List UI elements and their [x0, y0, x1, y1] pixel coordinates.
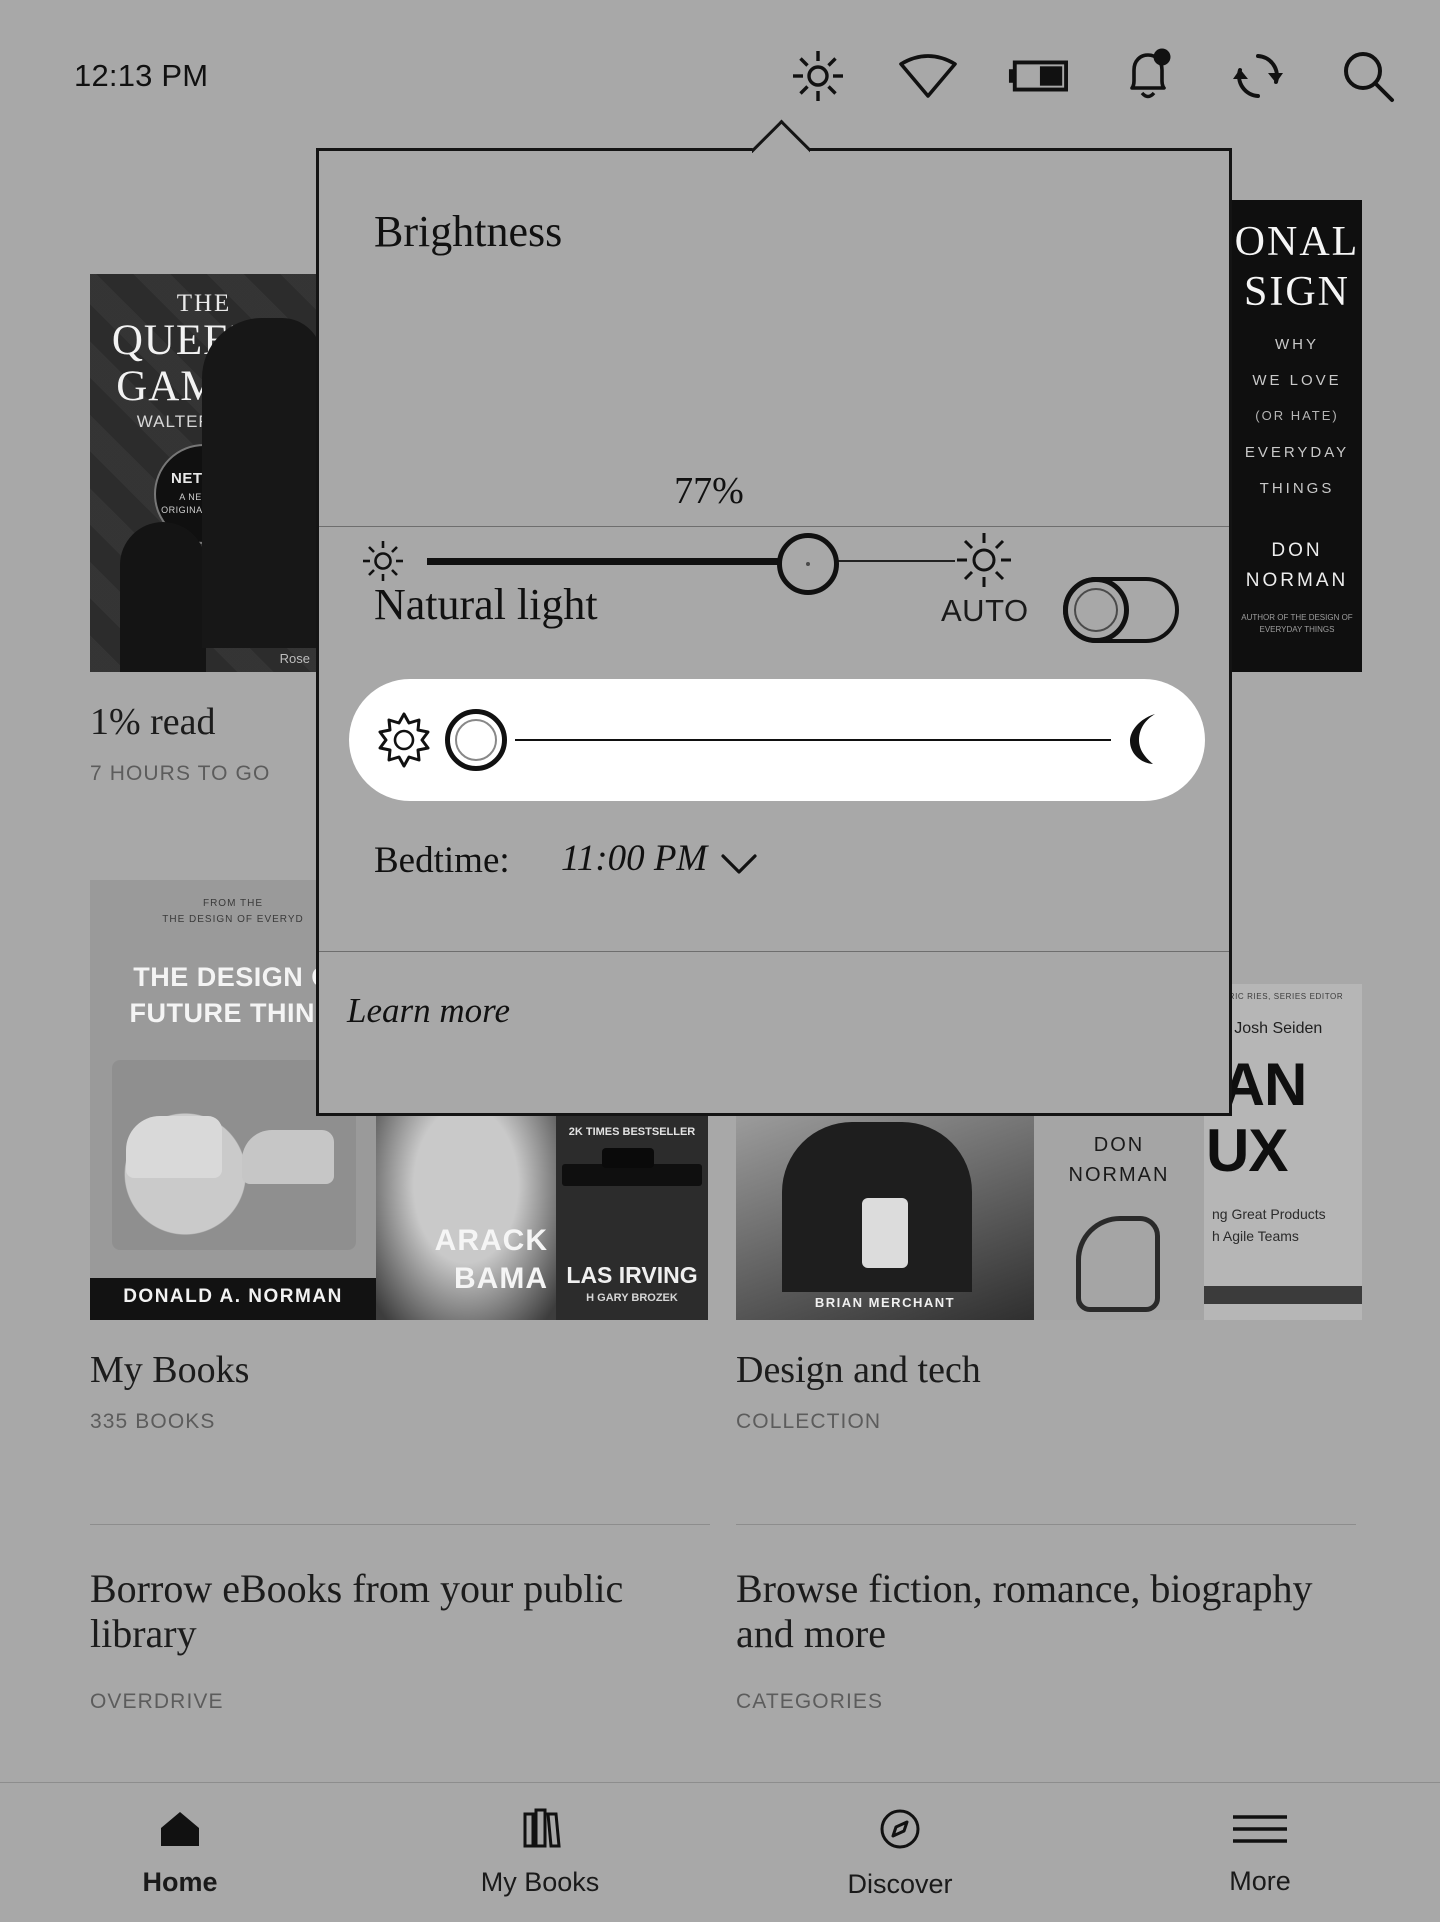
- compass-icon: [877, 1806, 923, 1857]
- panel-pointer-arrow: [752, 119, 810, 153]
- cover-line: ng Great Products: [1212, 1206, 1326, 1222]
- cover-line: THE: [176, 290, 232, 317]
- brightness-high-icon: [955, 531, 1013, 594]
- reading-progress-title: 1% read: [90, 701, 216, 743]
- natural-light-track: [515, 739, 1111, 741]
- collection-title-my-books[interactable]: My Books: [90, 1348, 249, 1392]
- chess-piece-silhouette: [120, 522, 206, 672]
- notifications-icon[interactable]: [1118, 46, 1178, 106]
- brightness-slider-handle[interactable]: [777, 533, 839, 595]
- cover-phone: [862, 1198, 908, 1268]
- nav-item-my-books[interactable]: My Books: [360, 1783, 720, 1922]
- cover-line: THINGS: [1259, 480, 1335, 497]
- cover-line: h Agile Teams: [1212, 1228, 1299, 1244]
- cover-line: ARACK: [434, 1224, 548, 1257]
- promo-subtitle-overdrive: OVERDRIVE: [90, 1690, 224, 1713]
- panel-divider-bedtime: [319, 951, 1229, 952]
- cover-scope-graphic: [602, 1148, 654, 1168]
- nav-label-more: More: [1229, 1865, 1291, 1896]
- wifi-icon[interactable]: [898, 46, 958, 106]
- brightness-track-filled: [427, 558, 809, 565]
- bottom-navigation: Home My Books Discover More: [0, 1782, 1440, 1922]
- cover-line: SIGN: [1243, 269, 1350, 315]
- natural-light-moon-icon: [1117, 711, 1169, 772]
- book-cover-don-norman[interactable]: DON NORMAN: [1034, 1112, 1204, 1320]
- cover-line: BAMA: [454, 1262, 548, 1295]
- cover-line: WHY: [1275, 336, 1319, 353]
- cover-author: NORMAN: [1245, 570, 1349, 591]
- auto-label: AUTO: [941, 593, 1029, 628]
- bedtime-label: Bedtime:: [374, 840, 510, 881]
- brightness-panel: Brightness 77% Natural light AUTO Bedtim…: [316, 148, 1232, 1116]
- nav-item-discover[interactable]: Discover: [720, 1783, 1080, 1922]
- cover-line: 2K TIMES BESTSELLER: [568, 1126, 696, 1138]
- status-bar: 12:13 PM: [0, 0, 1440, 136]
- collection-subtitle-my-books: 335 BOOKS: [90, 1410, 216, 1433]
- search-icon[interactable]: [1338, 46, 1398, 106]
- collection-title-design-tech[interactable]: Design and tech: [736, 1348, 981, 1392]
- books-icon: [517, 1808, 563, 1855]
- natural-light-heading: Natural light: [374, 580, 598, 629]
- natural-light-slider-card[interactable]: [349, 679, 1205, 801]
- ereader-screen: THE QUEEN'S GAMBIT WALTER TEVIS NETFLIX …: [0, 0, 1440, 1922]
- brightness-percent-value: 77%: [674, 470, 744, 512]
- status-clock: 12:13 PM: [74, 58, 209, 93]
- brightness-heading: Brightness: [374, 207, 563, 256]
- cover-line: (OR HATE): [1255, 408, 1339, 423]
- cover-vehicle: [126, 1116, 222, 1178]
- cover-line: DON: [1093, 1134, 1145, 1156]
- chevron-down-icon[interactable]: [719, 851, 759, 882]
- natural-light-slider-handle[interactable]: [445, 709, 507, 771]
- natural-light-warm-icon: [375, 711, 433, 774]
- book-cover-one-device[interactable]: BRIAN MERCHANT: [736, 1112, 1034, 1320]
- cover-teapot-graphic: [1076, 1216, 1160, 1312]
- cover-line: ONAL: [1234, 219, 1360, 265]
- cover-credit: Rose: [279, 651, 310, 666]
- auto-toggle[interactable]: [1063, 577, 1179, 643]
- cover-band: [1204, 1286, 1362, 1304]
- learn-more-link[interactable]: Learn more: [347, 991, 510, 1031]
- menu-icon: [1230, 1809, 1290, 1854]
- nav-item-home[interactable]: Home: [0, 1783, 360, 1922]
- divider: [90, 1524, 710, 1525]
- cover-line: LAS IRVING: [566, 1262, 698, 1288]
- nav-label-discover: Discover: [847, 1868, 953, 1899]
- panel-divider-brightness: [319, 526, 1229, 527]
- cover-line: WE LOVE: [1252, 372, 1342, 389]
- cover-line: NORMAN: [1068, 1164, 1170, 1186]
- promo-title-overdrive[interactable]: Borrow eBooks from your public library: [90, 1566, 670, 1656]
- cover-line: EVERYDAY: [1244, 444, 1350, 461]
- cover-author: BRIAN MERCHANT: [814, 1295, 956, 1310]
- collection-subtitle-design-tech: COLLECTION: [736, 1410, 882, 1433]
- book-cover-obama[interactable]: ARACK BAMA: [376, 1112, 556, 1320]
- promo-title-categories[interactable]: Browse fiction, romance, biography and m…: [736, 1566, 1316, 1656]
- promo-subtitle-categories: CATEGORIES: [736, 1690, 884, 1713]
- cover-line: H GARY BROZEK: [586, 1292, 678, 1304]
- nav-label-home: Home: [142, 1866, 218, 1897]
- reading-progress-subtitle: 7 HOURS TO GO: [90, 762, 271, 785]
- nav-item-more[interactable]: More: [1080, 1783, 1440, 1922]
- nav-label-my-books: My Books: [480, 1866, 600, 1897]
- cover-author: DON: [1271, 540, 1323, 561]
- cover-footer: AUTHOR OF THE DESIGN OF EVERYDAY THINGS: [1241, 613, 1353, 634]
- book-cover-emotional-design[interactable]: ONAL SIGN WHY WE LOVE (OR HATE) EVERYDAY…: [1232, 200, 1362, 672]
- status-icon-group: [788, 46, 1398, 106]
- battery-icon[interactable]: [1008, 46, 1068, 106]
- divider: [736, 1524, 1356, 1525]
- bedtime-value[interactable]: 11:00 PM: [561, 837, 707, 880]
- cover-author: DONALD A. NORMAN: [123, 1286, 343, 1307]
- book-cover-american-sniper[interactable]: 2K TIMES BESTSELLER LAS IRVING H GARY BR…: [556, 1112, 708, 1320]
- brightness-icon[interactable]: [788, 46, 848, 106]
- cover-vehicle: [242, 1130, 334, 1184]
- cover-line: UX: [1206, 1117, 1288, 1184]
- home-icon: [157, 1808, 203, 1855]
- sync-icon[interactable]: [1228, 46, 1288, 106]
- auto-toggle-knob: [1063, 577, 1129, 643]
